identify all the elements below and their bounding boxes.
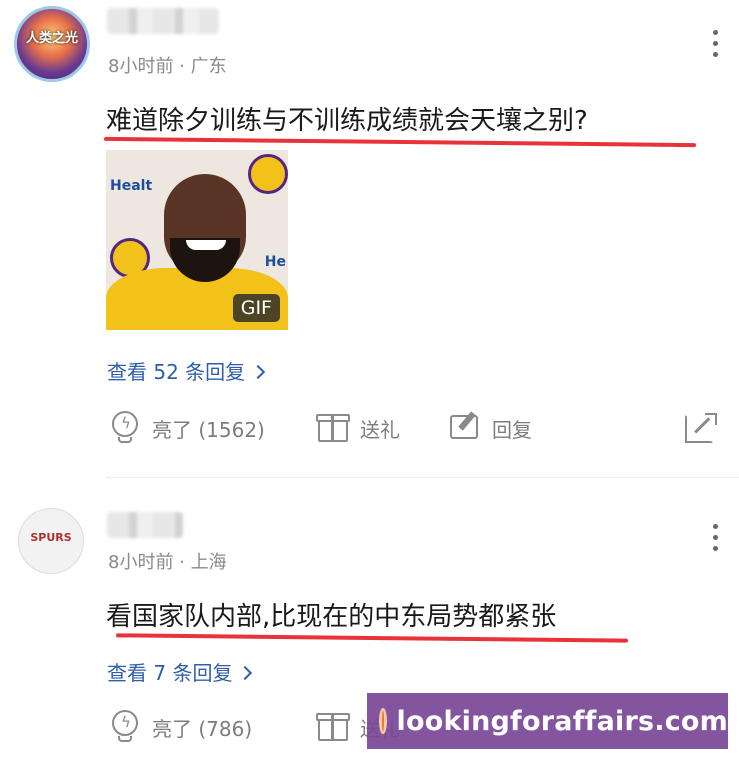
avatar-logo-text: SPURS [30, 531, 72, 544]
comment-2: SPURS 8小时前 · 上海 看国家队内部,比现在的中东局势都紧张 查看 7 … [0, 0, 739, 761]
like-label: 亮了 (786) [152, 716, 253, 741]
view-replies-link[interactable]: 查看 7 条回复 [107, 657, 253, 686]
watermark-logo-icon [379, 708, 387, 734]
comment-text: 看国家队内部,比现在的中东局势都紧张 [106, 602, 557, 632]
lightbulb-icon: ϟ [108, 710, 142, 744]
more-options-icon[interactable] [713, 524, 719, 557]
comment-meta: 8小时前 · 上海 [108, 552, 227, 573]
user-avatar[interactable]: SPURS [18, 508, 84, 574]
gift-icon [316, 710, 350, 744]
watermark-banner: lookingforaffairs.com [367, 693, 728, 749]
like-button[interactable]: ϟ 亮了 (786) [108, 705, 252, 749]
username-blurred[interactable] [107, 512, 183, 538]
red-underline [115, 633, 629, 643]
view-replies-label: 查看 7 条回复 [107, 661, 233, 685]
chevron-right-icon [238, 665, 253, 681]
watermark-text: lookingforaffairs.com [396, 705, 728, 737]
